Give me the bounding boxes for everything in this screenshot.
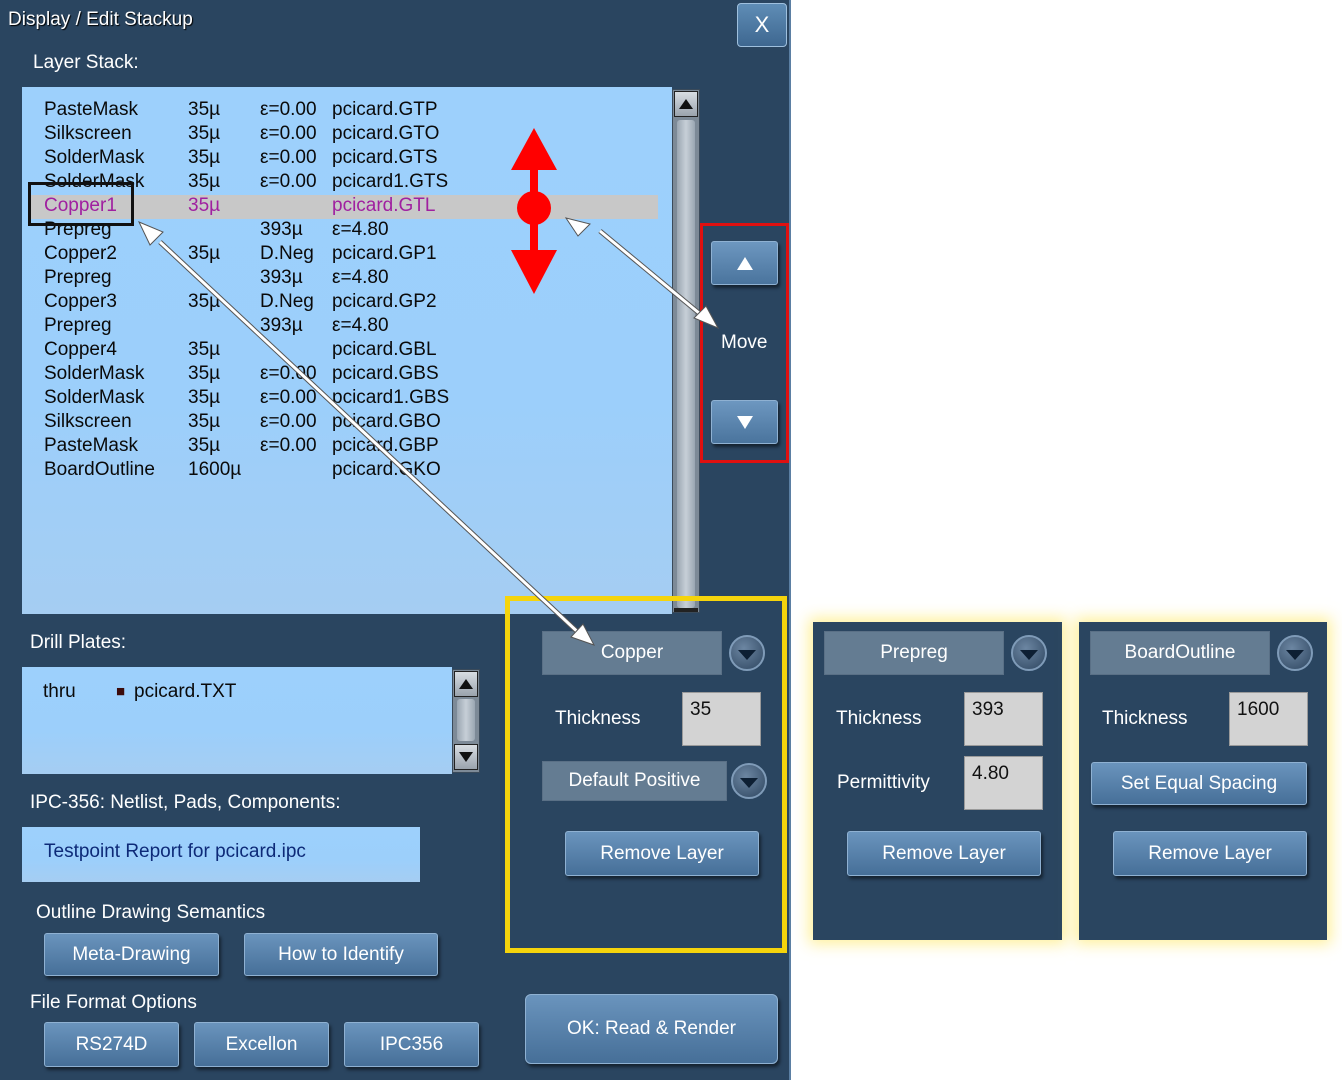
red-move-arrow-icon — [511, 128, 557, 294]
arrow-heads-icon — [137, 217, 720, 646]
annotation-overlay — [137, 128, 720, 646]
connector-arrows-icon — [158, 229, 707, 638]
